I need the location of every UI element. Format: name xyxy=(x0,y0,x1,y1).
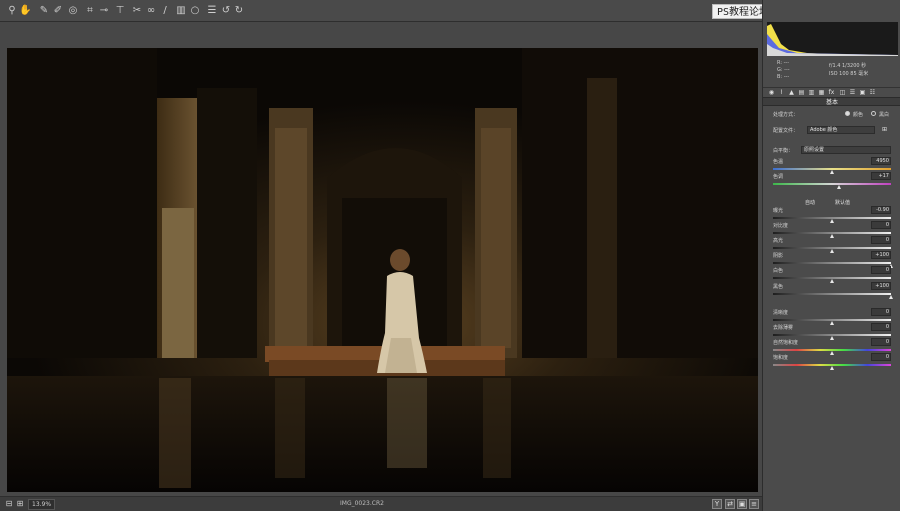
slider-label: 阴影 xyxy=(773,253,784,259)
slider-track[interactable] xyxy=(773,262,891,264)
slider-value-field[interactable]: 0 xyxy=(871,236,891,244)
slider-thumb[interactable] xyxy=(830,279,834,283)
slider-label: 清晰度 xyxy=(773,310,789,316)
auto-button[interactable]: 自动 xyxy=(805,199,815,206)
calibration-tab-icon[interactable]: ◫ xyxy=(839,89,846,96)
slider-thumb[interactable] xyxy=(830,234,834,238)
slider-thumb[interactable] xyxy=(830,351,834,355)
radial-filter-icon[interactable]: ○ xyxy=(189,4,201,17)
slider-label: 对比度 xyxy=(773,223,789,229)
basic-section-title: 基本 xyxy=(763,97,900,106)
slider-label: 高光 xyxy=(773,238,784,244)
slider-value-field[interactable]: 0 xyxy=(871,338,891,346)
copy-settings-icon[interactable]: ▣ xyxy=(737,499,747,509)
bw-option-label: 黑白 xyxy=(879,112,890,118)
rotate-right-icon[interactable]: ↻ xyxy=(233,4,245,17)
preview-image xyxy=(7,48,758,492)
slider-value-field[interactable]: +100 xyxy=(871,282,891,290)
compare-mode-icon[interactable]: Y xyxy=(712,499,722,509)
crop-icon[interactable]: ⌗ xyxy=(84,4,96,17)
slider-label: 色调 xyxy=(773,174,784,180)
split-toning-tab-icon[interactable]: ▥ xyxy=(808,89,815,96)
zoom-icon[interactable]: ⚲ xyxy=(6,4,18,17)
snapshots-tab-icon[interactable]: ▣ xyxy=(859,89,866,96)
color-radio[interactable] xyxy=(845,111,850,116)
slider-label: 饱和度 xyxy=(773,355,789,361)
adjustment-brush-icon[interactable]: / xyxy=(159,4,171,17)
profile-select[interactable]: Adobe 颜色 xyxy=(807,126,875,134)
slider-value-field[interactable]: 0 xyxy=(871,221,891,229)
slider-thumb[interactable] xyxy=(889,295,893,299)
green-readout: G: --- xyxy=(777,67,790,73)
slider-thumb[interactable] xyxy=(830,336,834,340)
graduated-filter-icon[interactable]: ▥ xyxy=(175,4,187,17)
slider-track[interactable] xyxy=(773,293,891,295)
red-readout: R: --- xyxy=(777,60,790,66)
preferences-icon[interactable]: ☰ xyxy=(206,4,218,17)
slider-track[interactable] xyxy=(773,183,891,185)
info-readout: R: --- G: --- B: --- f/1.4 1/3200 秒 ISO … xyxy=(767,58,898,86)
camera-raw-window: ⚲✋✎✐◎⌗⊸⊤✂∞/▥○☰↺↻ PS教程论坛 www.16XX8.COM xyxy=(0,0,900,511)
transform-icon[interactable]: ⊤ xyxy=(114,4,126,17)
swap-view-icon[interactable]: ⇄ xyxy=(725,499,735,509)
panel-tabs: ◉ ⌇ ▲ ▤ ▥ ▦ fx ◫ ☰ ▣ ☷ xyxy=(763,87,900,96)
slider-thumb[interactable] xyxy=(830,321,834,325)
spot-removal-icon[interactable]: ✂ xyxy=(131,4,143,17)
slider-thumb[interactable] xyxy=(830,366,834,370)
slider-thumb[interactable] xyxy=(837,185,842,189)
tone-curve-tab-icon[interactable]: ⌇ xyxy=(778,89,785,96)
slider-value-field[interactable]: 0 xyxy=(871,266,891,274)
slider-thumb[interactable] xyxy=(830,249,834,253)
effects-tab-icon[interactable]: fx xyxy=(828,89,835,96)
treatment-label: 处理方式： xyxy=(773,112,799,118)
slider-value-field[interactable]: 0 xyxy=(871,308,891,316)
iso-readout: ISO 100 85 毫米 xyxy=(829,71,869,77)
zoom-out-icon[interactable]: ⊟ xyxy=(4,499,14,509)
slider-value-field[interactable]: +100 xyxy=(871,251,891,259)
slider-label: 曝光 xyxy=(773,208,784,214)
slider-value-field[interactable]: +17 xyxy=(871,172,891,180)
default-button[interactable]: 默认值 xyxy=(835,199,850,206)
color-sampler-icon[interactable]: ✐ xyxy=(52,4,64,17)
exposure-readout: f/1.4 1/3200 秒 xyxy=(829,63,867,69)
slider-value-field[interactable]: 0 xyxy=(871,353,891,361)
slider-value-field[interactable]: 4950 xyxy=(871,157,891,165)
slider-thumb[interactable] xyxy=(830,170,834,174)
slider-label: 色温 xyxy=(773,159,784,165)
hand-icon[interactable]: ✋ xyxy=(19,4,31,17)
color-option-label: 颜色 xyxy=(853,112,864,118)
preview-area[interactable] xyxy=(0,22,762,496)
profile-label: 配置文件： xyxy=(773,128,799,134)
white-balance-icon[interactable]: ✎ xyxy=(38,4,50,17)
straighten-icon[interactable]: ⊸ xyxy=(98,4,110,17)
zoom-in-icon[interactable]: ⊞ xyxy=(15,499,25,509)
adjustment-panel: R: --- G: --- B: --- f/1.4 1/3200 秒 ISO … xyxy=(762,0,900,511)
slider-label: 去除薄雾 xyxy=(773,325,794,331)
file-name: IMG_0023.CR2 xyxy=(340,500,384,507)
profile-browser-icon[interactable]: ⊞ xyxy=(881,126,888,133)
presets-tab-icon[interactable]: ☰ xyxy=(849,89,856,96)
detail-tab-icon[interactable]: ▲ xyxy=(788,89,795,96)
lens-tab-icon[interactable]: ▦ xyxy=(818,89,825,96)
slider-label: 黑色 xyxy=(773,284,784,290)
basic-tab-icon[interactable]: ◉ xyxy=(768,89,775,96)
slider-thumb[interactable] xyxy=(830,219,834,223)
red-eye-icon[interactable]: ∞ xyxy=(145,4,157,17)
slider-value-field[interactable]: -0.90 xyxy=(871,206,891,214)
targeted-adjustment-icon[interactable]: ◎ xyxy=(67,4,79,17)
bw-radio[interactable] xyxy=(871,111,876,116)
histogram xyxy=(767,22,898,56)
slider-value-field[interactable]: 0 xyxy=(871,323,891,331)
panel-menu-icon[interactable]: ☷ xyxy=(869,89,876,96)
slider-label: 白色 xyxy=(773,268,784,274)
zoom-level-select[interactable]: 13.9% xyxy=(28,499,56,510)
status-bar: ⊟ ⊞ 13.9% IMG_0023.CR2 Y ⇄ ▣ ≡ xyxy=(0,496,762,511)
toggle-preview-icon[interactable]: ≡ xyxy=(749,499,759,509)
slider-label: 自然饱和度 xyxy=(773,340,799,346)
blue-readout: B: --- xyxy=(777,74,790,80)
hsl-tab-icon[interactable]: ▤ xyxy=(798,89,805,96)
rotate-left-icon[interactable]: ↺ xyxy=(220,4,232,17)
white-balance-select[interactable]: 原照设置 xyxy=(801,146,891,154)
white-balance-label: 白平衡： xyxy=(773,148,794,154)
